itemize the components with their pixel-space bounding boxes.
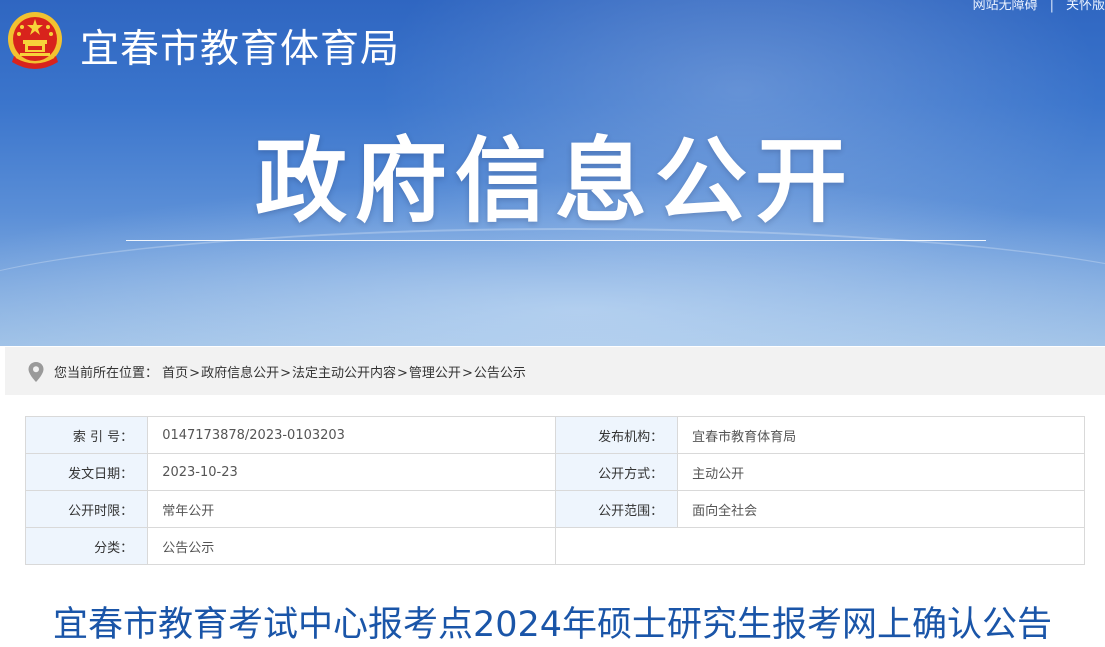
breadcrumb-notices[interactable]: 公告公示 bbox=[474, 366, 526, 381]
banner-title: 政府信息公开 bbox=[255, 128, 856, 235]
issue-date-value: 2023-10-23 bbox=[147, 453, 556, 491]
breadcrumb-separator: > bbox=[280, 366, 291, 381]
elderly-mode-link[interactable]: 关怀版 bbox=[1066, 0, 1105, 13]
top-links: 网站无障碍 | 关怀版 bbox=[973, 0, 1105, 13]
publisher-label: 发布机构： bbox=[554, 416, 679, 454]
index-number-value: 0147173878/2023-0103203 bbox=[147, 416, 556, 454]
national-emblem-icon bbox=[8, 12, 62, 69]
breadcrumb-gov-info[interactable]: 政府信息公开 bbox=[201, 366, 279, 381]
breadcrumb-statutory[interactable]: 法定主动公开内容 bbox=[292, 366, 396, 381]
location-pin-icon bbox=[28, 362, 44, 382]
disclosure-scope-value: 面向全社会 bbox=[677, 490, 1085, 528]
article-title: 宜春市教育考试中心报考点2024年硕士研究生报考网上确认公告 bbox=[52, 605, 1053, 645]
disclosure-period-value: 常年公开 bbox=[147, 490, 556, 528]
document-meta-table: 索 引 号： 0147173878/2023-0103203 发布机构： 宜春市… bbox=[24, 416, 1086, 565]
disclosure-method-label: 公开方式： bbox=[554, 453, 679, 491]
breadcrumb-separator: > bbox=[461, 366, 473, 381]
category-value: 公告公示 bbox=[147, 527, 556, 565]
breadcrumb: 您当前所在位置： 首页>政府信息公开>法定主动公开内容>管理公开>公告公示 bbox=[5, 347, 1105, 395]
breadcrumb-prefix: 您当前所在位置： bbox=[54, 366, 159, 381]
breadcrumb-separator: > bbox=[397, 366, 408, 381]
site-name: 宜春市教育体育局 bbox=[80, 27, 401, 72]
table-row: 发文日期： 2023-10-23 公开方式： 主动公开 bbox=[24, 453, 1085, 491]
breadcrumb-trail: 您当前所在位置： 首页>政府信息公开>法定主动公开内容>管理公开>公告公示 bbox=[54, 362, 526, 381]
table-row: 索 引 号： 0147173878/2023-0103203 发布机构： 宜春市… bbox=[24, 416, 1085, 454]
link-separator: | bbox=[1049, 0, 1054, 13]
publisher-value: 宜春市教育体育局 bbox=[677, 416, 1085, 454]
empty-cell bbox=[554, 527, 1086, 565]
banner-wave bbox=[0, 228, 1105, 346]
breadcrumb-management[interactable]: 管理公开 bbox=[409, 366, 461, 381]
category-label: 分类： bbox=[24, 527, 149, 565]
table-row: 分类： 公告公示 bbox=[24, 527, 1086, 565]
disclosure-scope-label: 公开范围： bbox=[554, 490, 679, 528]
header-banner: 宜春市教育体育局 网站无障碍 | 关怀版 政府信息公开 bbox=[0, 0, 1105, 346]
breadcrumb-separator: > bbox=[189, 366, 201, 381]
breadcrumb-home[interactable]: 首页 bbox=[162, 366, 188, 381]
table-row: 公开时限： 常年公开 公开范围： 面向全社会 bbox=[24, 490, 1085, 528]
index-number-label: 索 引 号： bbox=[24, 416, 149, 454]
issue-date-label: 发文日期： bbox=[24, 453, 149, 491]
disclosure-period-label: 公开时限： bbox=[24, 490, 149, 528]
banner-title-underline bbox=[126, 240, 986, 241]
disclosure-method-value: 主动公开 bbox=[677, 453, 1085, 491]
accessibility-link[interactable]: 网站无障碍 bbox=[973, 0, 1038, 13]
